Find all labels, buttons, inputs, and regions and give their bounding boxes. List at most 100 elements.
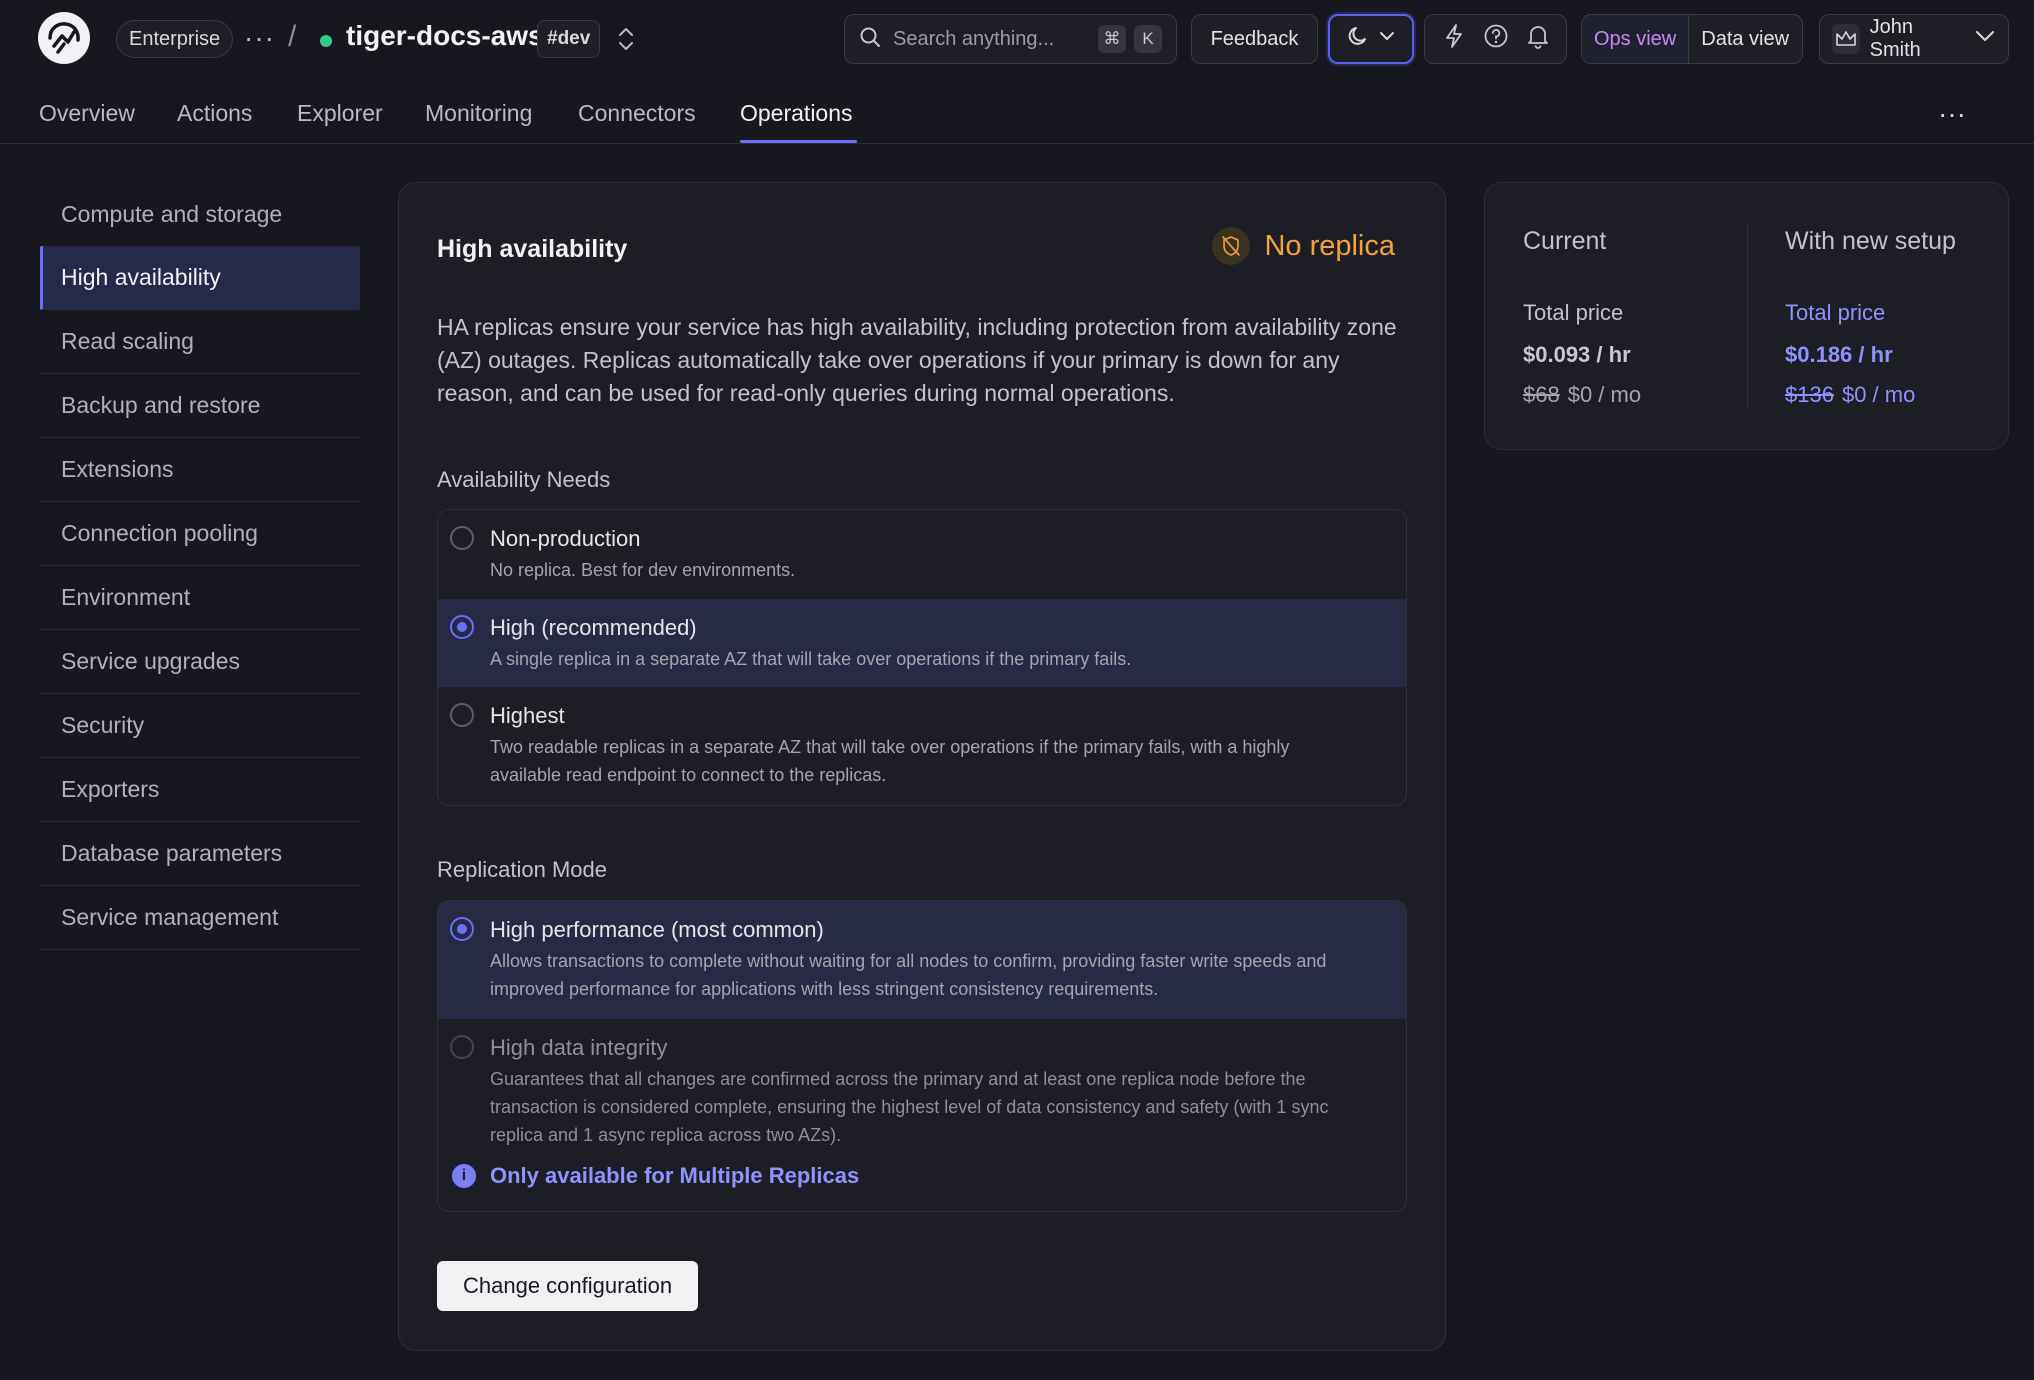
- option-description: Two readable replicas in a separate AZ t…: [490, 737, 1290, 785]
- user-menu-button[interactable]: John Smith: [1819, 14, 2009, 64]
- radio-high[interactable]: [450, 615, 474, 639]
- chevron-down-icon: [1974, 27, 1996, 51]
- sidebar-item-exporters[interactable]: Exporters: [40, 758, 360, 822]
- tab-actions[interactable]: Actions: [177, 100, 252, 127]
- sidebar-item-database-parameters[interactable]: Database parameters: [40, 822, 360, 886]
- option-title: High performance (most common): [490, 917, 824, 942]
- new-total-label: Total price: [1785, 300, 1886, 325]
- chevron-down-icon: [1378, 27, 1396, 51]
- moon-icon: [1346, 24, 1370, 54]
- info-icon: i: [452, 1164, 476, 1188]
- tab-explorer[interactable]: Explorer: [297, 100, 383, 127]
- availability-option-highest[interactable]: Highest Two readable replicas in a separ…: [438, 687, 1406, 805]
- availability-needs-label: Availability Needs: [437, 467, 611, 492]
- new-monthly: $0 / mo: [1841, 382, 1916, 407]
- view-toggle: Ops view Data view: [1581, 14, 1803, 64]
- high-availability-card: High availability No replica HA replicas…: [398, 182, 1446, 1351]
- sidebar-item-high-availability[interactable]: High availability: [40, 246, 360, 310]
- current-old-monthly: $68: [1523, 382, 1560, 407]
- option-description: No replica. Best for dev environments.: [490, 560, 796, 580]
- help-icon[interactable]: [1483, 23, 1509, 55]
- search-icon: [859, 26, 881, 53]
- new-setup-heading: With new setup: [1785, 227, 1956, 255]
- availability-options: Non-production No replica. Best for dev …: [437, 509, 1407, 806]
- availability-option-high[interactable]: High (recommended) A single replica in a…: [438, 599, 1406, 687]
- sidebar-item-environment[interactable]: Environment: [40, 566, 360, 630]
- new-hourly-price: $0.186 / hr: [1785, 342, 1893, 367]
- user-name: John Smith: [1869, 16, 1921, 61]
- option-title: High (recommended): [490, 615, 697, 640]
- nav-tabs: Overview Actions Explorer Monitoring Con…: [0, 78, 2034, 144]
- replication-mode-label: Replication Mode: [437, 857, 607, 882]
- more-options-icon[interactable]: ···: [244, 22, 275, 54]
- tiger-logo-icon[interactable]: [38, 12, 90, 64]
- operations-sidebar: Compute and storage High availability Re…: [40, 182, 360, 950]
- tabs-more-icon[interactable]: ···: [1938, 98, 1966, 130]
- tab-operations[interactable]: Operations: [740, 100, 853, 127]
- pricing-card: Current Total price $0.093 / hr $68 $0 / …: [1484, 182, 2009, 450]
- sidebar-item-security[interactable]: Security: [40, 694, 360, 758]
- shortcut-key: K: [1134, 25, 1162, 53]
- plan-badge[interactable]: Enterprise: [116, 20, 234, 58]
- current-total-label: Total price: [1523, 300, 1624, 325]
- sidebar-item-compute-storage[interactable]: Compute and storage: [40, 182, 360, 246]
- replica-status-text: No replica: [1264, 229, 1395, 262]
- feedback-button[interactable]: Feedback: [1191, 14, 1318, 64]
- radio-non-production[interactable]: [450, 526, 474, 550]
- option-title: Highest: [490, 703, 565, 728]
- change-configuration-button[interactable]: Change configuration: [437, 1261, 699, 1311]
- data-view-button[interactable]: Data view: [1689, 15, 1801, 63]
- replication-option-high-data-integrity: High data integrity Guarantees that all …: [438, 1019, 1406, 1211]
- shortcut-mod-key: ⌘: [1098, 25, 1126, 53]
- sidebar-item-read-scaling[interactable]: Read scaling: [40, 310, 360, 374]
- option-description: Allows transactions to complete without …: [490, 951, 1327, 999]
- active-tab-indicator: [740, 140, 857, 143]
- new-old-monthly: $136: [1785, 382, 1834, 407]
- option-description: A single replica in a separate AZ that w…: [490, 649, 1132, 669]
- option-title: Non-production: [490, 526, 641, 551]
- ha-description: HA replicas ensure your service has high…: [437, 314, 1397, 406]
- sidebar-item-backup-restore[interactable]: Backup and restore: [40, 374, 360, 438]
- quick-actions-group: [1424, 14, 1567, 64]
- availability-note: i Only available for Multiple Replicas: [452, 1163, 1366, 1189]
- availability-option-non-production[interactable]: Non-production No replica. Best for dev …: [438, 510, 1406, 599]
- service-status-icon: [320, 35, 332, 47]
- sidebar-item-extensions[interactable]: Extensions: [40, 438, 360, 502]
- bell-icon[interactable]: [1526, 23, 1550, 55]
- replication-option-high-performance[interactable]: High performance (most common) Allows tr…: [438, 901, 1406, 1019]
- lightning-icon[interactable]: [1442, 23, 1466, 55]
- search-placeholder: Search anything...: [893, 27, 1055, 50]
- price-divider: [1747, 223, 1748, 409]
- radio-high-data-integrity: [450, 1035, 474, 1059]
- service-name[interactable]: tiger-docs-aws: [346, 20, 544, 52]
- crown-icon: [1832, 24, 1860, 54]
- option-title: High data integrity: [490, 1035, 668, 1060]
- sidebar-item-service-upgrades[interactable]: Service upgrades: [40, 630, 360, 694]
- current-heading: Current: [1523, 227, 1607, 255]
- tab-connectors[interactable]: Connectors: [578, 100, 696, 127]
- replica-status-badge: No replica: [1212, 227, 1395, 265]
- search-input[interactable]: Search anything... ⌘ K: [844, 14, 1177, 64]
- tab-monitoring[interactable]: Monitoring: [425, 100, 532, 127]
- new-monthly-price: $136 $0 / mo: [1785, 382, 1956, 408]
- current-hourly-price: $0.093 / hr: [1523, 342, 1631, 367]
- current-monthly-price: $68 $0 / mo: [1523, 382, 1641, 408]
- new-price-column: With new setup Total price $0.186 / hr $…: [1785, 227, 1956, 408]
- current-monthly: $0 / mo: [1567, 382, 1642, 407]
- sidebar-item-connection-pooling[interactable]: Connection pooling: [40, 502, 360, 566]
- radio-high-performance[interactable]: [450, 917, 474, 941]
- top-bar: Enterprise ··· / tiger-docs-aws #dev Sea…: [0, 0, 2034, 78]
- availability-note-text: Only available for Multiple Replicas: [490, 1163, 860, 1188]
- env-tag[interactable]: #dev: [537, 20, 601, 58]
- theme-toggle-button[interactable]: [1328, 14, 1414, 64]
- breadcrumb-separator: /: [288, 20, 297, 53]
- option-description: Guarantees that all changes are confirme…: [490, 1069, 1329, 1145]
- ops-view-button[interactable]: Ops view: [1582, 15, 1690, 63]
- chevron-up-down-icon[interactable]: [616, 24, 636, 59]
- shield-off-icon: [1212, 227, 1251, 265]
- current-price-column: Current Total price $0.093 / hr $68 $0 / …: [1523, 227, 1641, 408]
- tab-overview[interactable]: Overview: [39, 100, 135, 127]
- page-title: High availability: [437, 235, 628, 263]
- sidebar-item-service-management[interactable]: Service management: [40, 886, 360, 950]
- radio-highest[interactable]: [450, 703, 474, 727]
